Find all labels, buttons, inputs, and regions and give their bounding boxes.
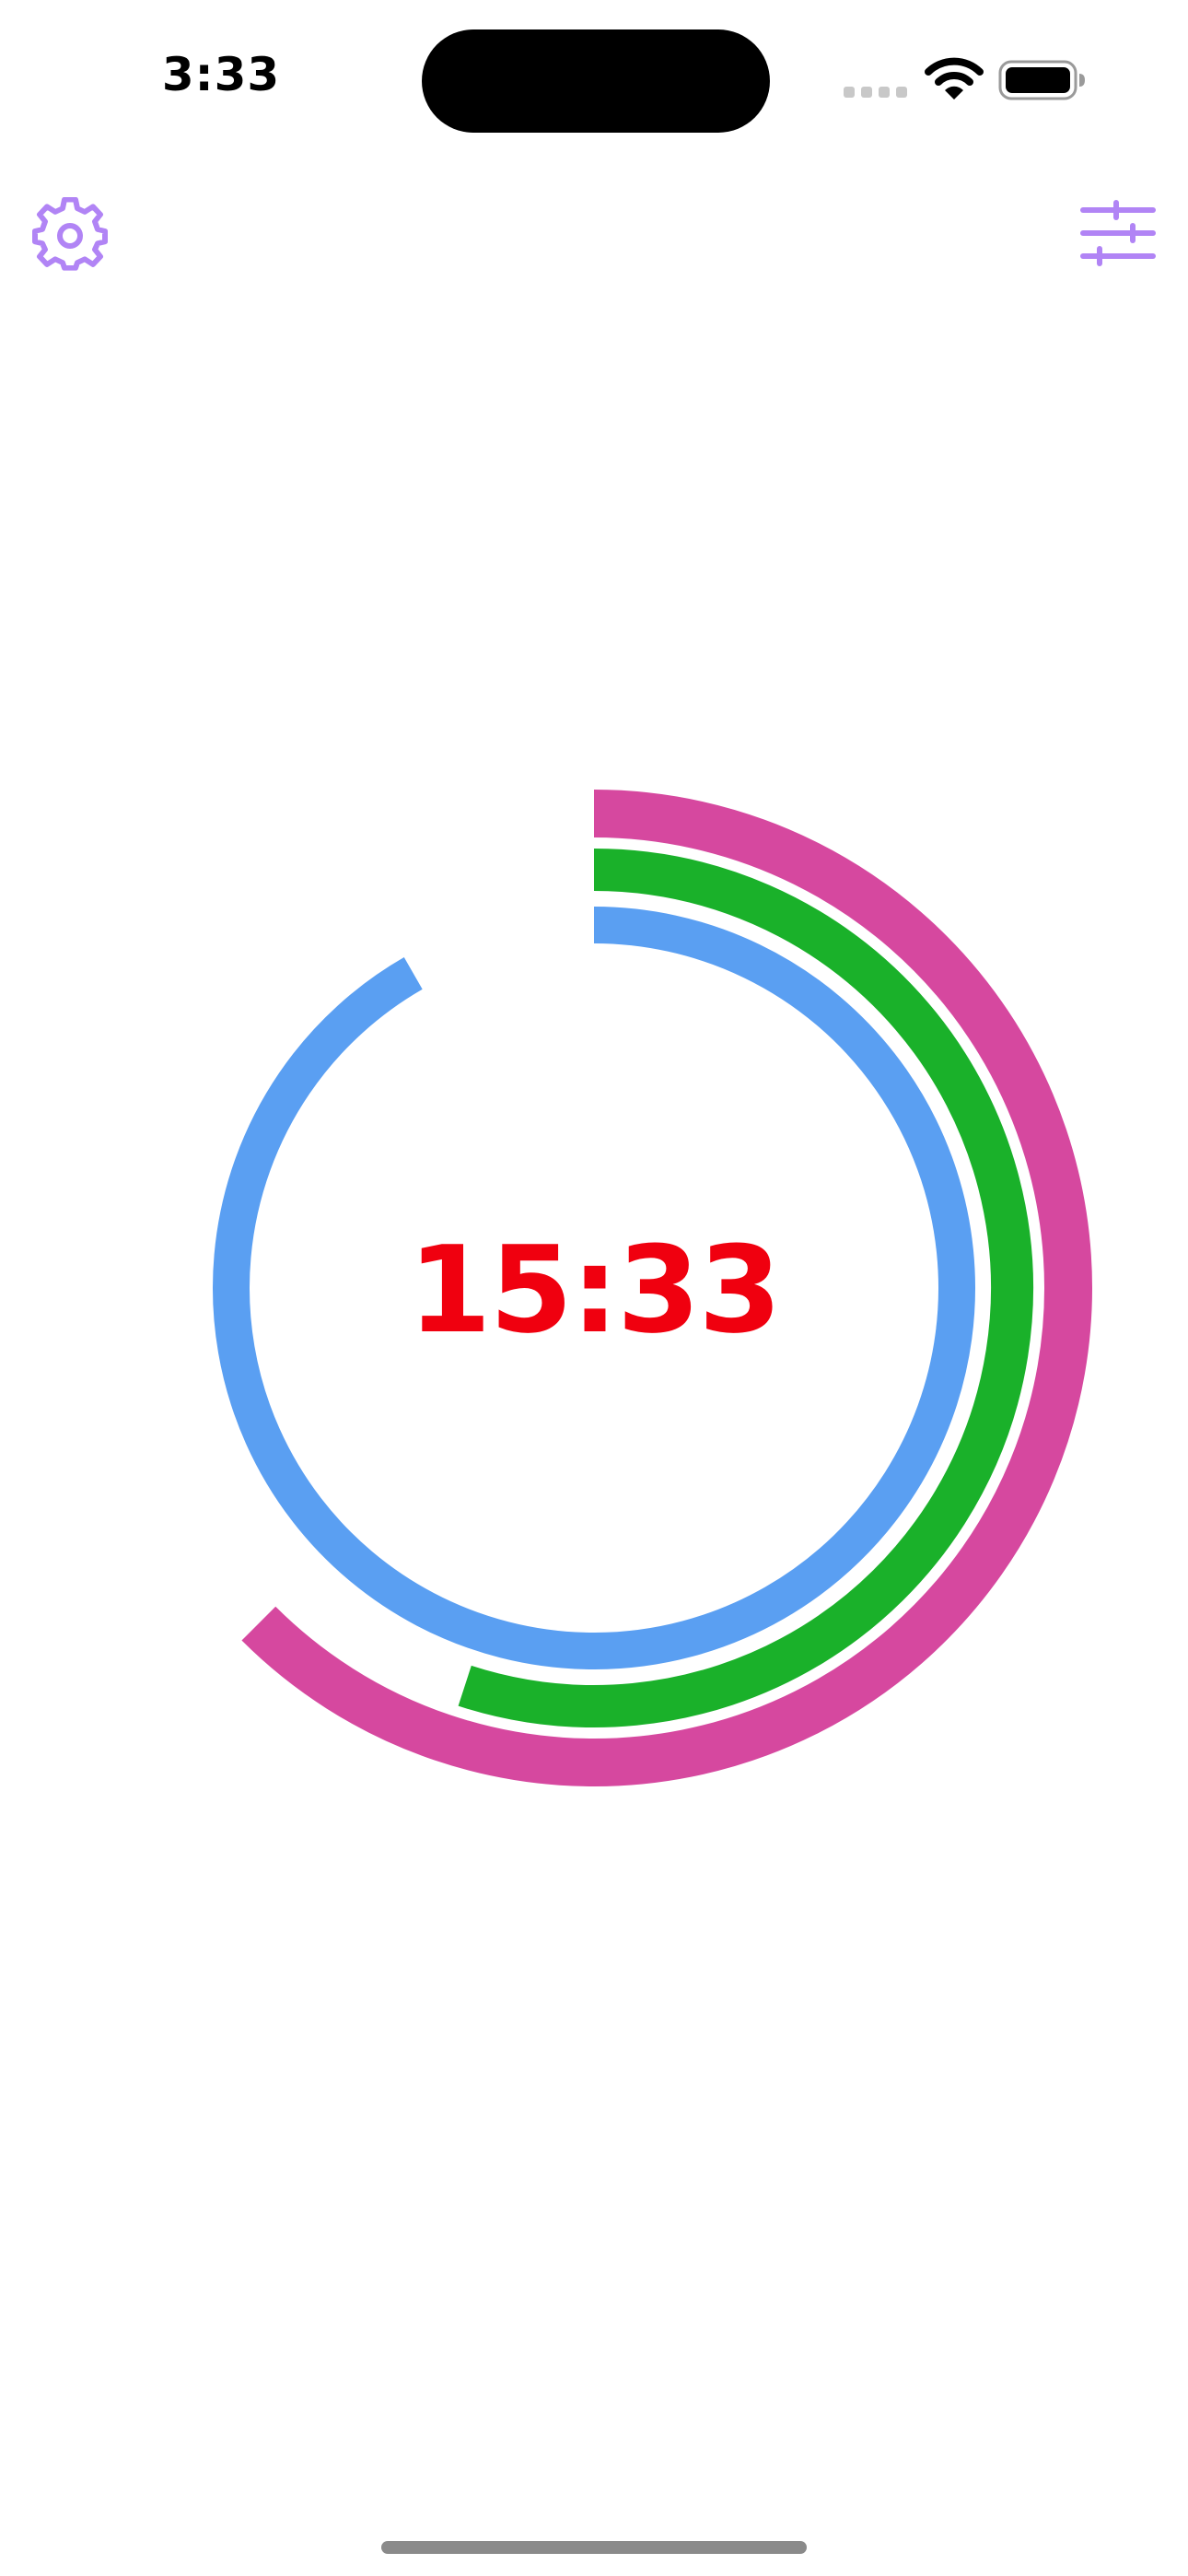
filters-button[interactable]: [1079, 199, 1157, 267]
status-bar: 3:33: [0, 0, 1188, 157]
signal-bars-icon: [844, 87, 907, 98]
sliders-icon: [1080, 200, 1156, 266]
home-indicator[interactable]: [381, 2541, 807, 2554]
gear-icon: [32, 196, 108, 271]
settings-button[interactable]: [31, 196, 109, 275]
clock-time: 15:33: [408, 1220, 782, 1360]
wifi-icon: [925, 57, 984, 100]
dynamic-island: [422, 29, 770, 133]
battery-icon: [998, 60, 1085, 100]
status-time: 3:33: [161, 48, 281, 101]
